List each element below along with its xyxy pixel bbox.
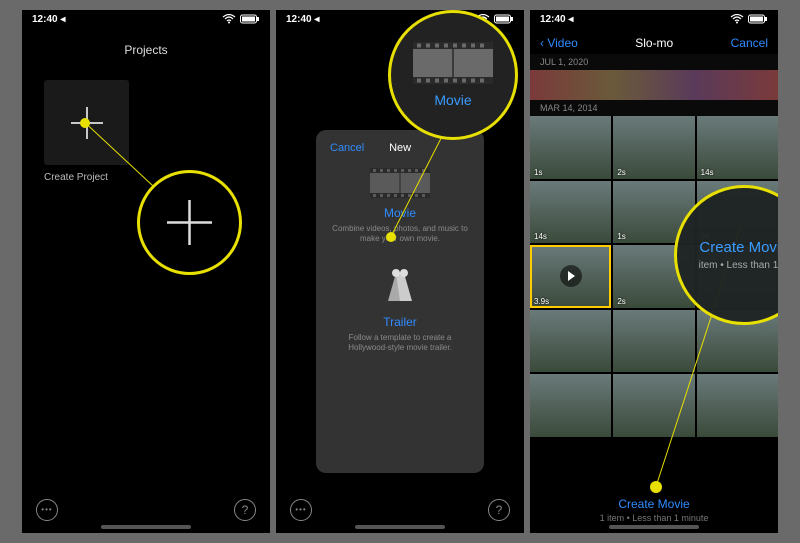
thumb-duration: 1s [617,232,625,241]
callout-sub: item • Less than 1 m [699,260,778,271]
sheet-title: New [389,142,411,154]
media-thumb[interactable]: 14s [530,181,611,244]
back-button[interactable]: ‹ Video [540,36,578,50]
media-thumb[interactable]: 14s [697,116,778,179]
help-icon: ? [496,503,503,517]
trailer-option-title: Trailer [330,315,470,329]
wifi-icon [222,14,236,24]
more-button[interactable]: ••• [36,499,58,521]
movie-option-desc: Combine videos, photos, and music to mak… [330,224,470,245]
bottom-toolbar: ••• ? [22,499,270,521]
media-row[interactable] [530,70,778,100]
thumb-duration: 14s [701,168,714,177]
picker-title: Slo-mo [635,36,673,50]
annotation-callout: Movie [388,10,518,140]
plus-icon [162,195,217,250]
media-thumb[interactable]: 1s [530,116,611,179]
status-bar: 12:40 ◂ [530,10,778,28]
thumb-duration: 3.9s [534,297,549,306]
page-title: Projects [22,43,270,57]
battery-icon [240,14,260,24]
play-icon [560,265,582,287]
create-movie-footer[interactable]: Create Movie 1 item • Less than 1 minute [530,497,778,523]
thumb-duration: 14s [534,232,547,241]
picker-header: ‹ Video Slo-mo Cancel [530,32,778,54]
help-icon: ? [242,503,249,517]
home-indicator[interactable] [355,525,445,529]
status-right [222,14,260,24]
media-thumb[interactable]: 2s [613,116,694,179]
bottom-toolbar: ••• ? [276,499,524,521]
trailer-option[interactable]: Trailer Follow a template to create a Ho… [330,263,470,354]
status-bar: 12:40 ◂ [22,10,270,28]
more-icon: ••• [295,506,306,514]
thumb-duration: 2s [617,168,625,177]
trailer-option-desc: Follow a template to create a Hollywood-… [330,333,470,354]
film-icon [413,42,493,84]
battery-icon [748,14,768,24]
thumb-duration: 2s [617,297,625,306]
sheet-header: Cancel New [330,142,470,154]
annotation-dot [650,481,662,493]
new-project-sheet: Cancel New Movie Combine videos, photos,… [316,130,484,473]
more-icon: ••• [41,506,52,514]
home-indicator[interactable] [101,525,191,529]
media-thumb[interactable] [530,374,611,437]
cancel-button[interactable]: Cancel [731,36,768,50]
thumb-duration: 1s [534,168,542,177]
media-thumb-selected[interactable]: 3.9s [530,245,611,308]
section-header: JUL 1, 2020 [530,54,778,70]
status-right [730,14,768,24]
screenshot-panel-1: 12:40 ◂ Projects Create Project [22,10,270,533]
callout-title: Create Movie [699,239,778,256]
battery-icon [494,14,514,24]
screenshot-panel-3: 12:40 ◂ ‹ Video Slo-mo Cancel JUL 1, 202… [530,10,778,533]
create-movie-sub: 1 item • Less than 1 minute [530,513,778,523]
media-thumb[interactable] [613,310,694,373]
help-button[interactable]: ? [488,499,510,521]
more-button[interactable]: ••• [290,499,312,521]
create-movie-button[interactable]: Create Movie [530,497,778,511]
section-header: MAR 14, 2014 [530,100,778,116]
create-project-label: Create Project [44,172,108,183]
status-time: 12:40 ◂ [286,14,319,25]
media-thumb[interactable] [697,374,778,437]
screenshot-panel-2: 12:40 ◂ Cancel New [276,10,524,533]
cancel-button[interactable]: Cancel [330,142,364,154]
help-button[interactable]: ? [234,499,256,521]
status-time: 12:40 ◂ [32,14,65,25]
back-label: Video [547,36,577,50]
movie-option[interactable]: Movie Combine videos, photos, and music … [330,168,470,245]
status-time: 12:40 ◂ [540,14,573,25]
wifi-icon [730,14,744,24]
home-indicator[interactable] [609,525,699,529]
film-icon [370,168,430,198]
media-thumb[interactable] [530,310,611,373]
annotation-callout [137,170,242,275]
callout-label: Movie [434,92,471,108]
spotlight-icon [378,263,422,307]
